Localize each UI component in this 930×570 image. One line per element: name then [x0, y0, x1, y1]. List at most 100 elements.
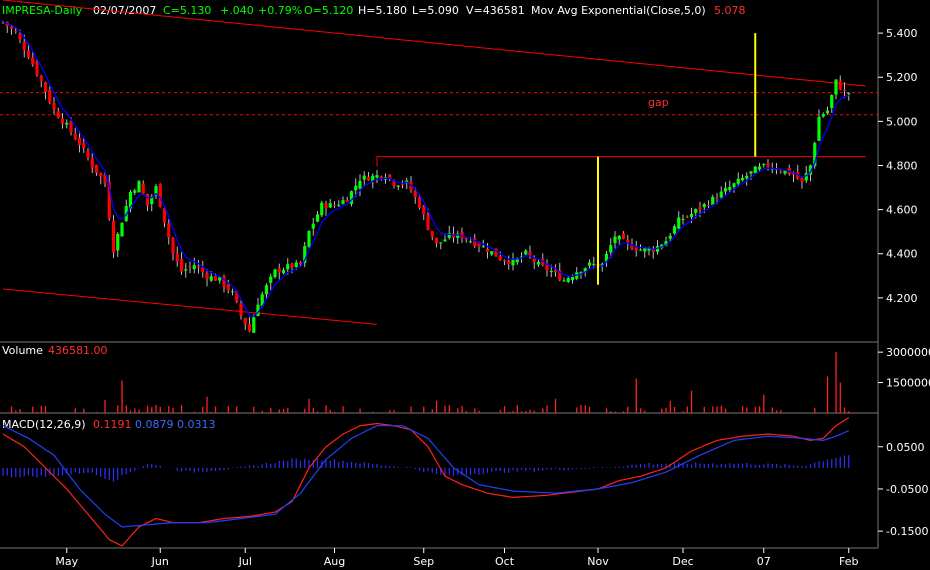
volume-bar [584, 405, 586, 413]
volume-tick-label: 1500000 [886, 377, 930, 390]
volume-bar [236, 406, 238, 413]
volume-bar [104, 399, 106, 413]
volume-bar [214, 406, 217, 413]
volume-bar [168, 405, 170, 413]
candle-down [485, 248, 490, 252]
volume-bar [848, 411, 850, 413]
candle-up [592, 263, 596, 265]
volume-bar [423, 406, 425, 413]
x-tick-label: Jul [238, 555, 252, 568]
candle-down [715, 198, 719, 200]
candle-down [205, 272, 209, 279]
gap-label: gap [648, 96, 669, 109]
candle-up [740, 177, 745, 181]
volume-bar [146, 405, 149, 413]
candle-down [498, 256, 502, 260]
volume-bar [635, 378, 637, 413]
candle-down [706, 204, 711, 206]
volume-bar [520, 411, 523, 413]
volume-bar [40, 405, 42, 413]
candle-up [694, 209, 698, 213]
volume-bar [814, 408, 816, 413]
candle-up [668, 235, 672, 239]
stock-chart[interactable]: IMPRESA-Daily 02/07/2007 C=5.130 +.040 +… [0, 0, 930, 570]
volume-bar [746, 407, 748, 413]
candle-down [158, 184, 162, 207]
header-high: H=5.180 [358, 4, 407, 17]
candle-down [175, 253, 179, 262]
candle-down [56, 111, 60, 118]
volume-bar [499, 410, 501, 413]
candle-up [375, 175, 379, 178]
candle-down [621, 233, 626, 239]
volume-bar [835, 352, 837, 413]
volume-bar [529, 409, 531, 413]
candle-down [167, 223, 171, 238]
volume-bar [741, 406, 744, 413]
candle-up [821, 114, 825, 117]
candle-down [69, 120, 73, 133]
candle-down [247, 324, 252, 332]
volume-bar [754, 406, 756, 413]
candle-down [838, 80, 842, 90]
candle-down [345, 200, 349, 202]
candle-up [137, 181, 141, 193]
price-tick-label: 4.200 [886, 292, 918, 305]
header-close: C=5.130 [163, 4, 211, 17]
candle-down [86, 150, 90, 158]
volume-bar [686, 406, 688, 413]
volume-bar [780, 410, 782, 413]
candle-up [354, 185, 358, 191]
candle-up [490, 251, 494, 255]
candle-down [332, 205, 337, 207]
candle-up [358, 180, 362, 189]
x-tick-label: Sep [413, 555, 434, 568]
price-tick-label: 5.200 [886, 71, 918, 84]
volume-bar [588, 407, 591, 413]
price-tick-label: 4.800 [886, 159, 918, 172]
candle-down [73, 133, 77, 140]
volume-bar [525, 411, 527, 413]
candle-up [834, 79, 838, 95]
x-tick-label: Oct [495, 555, 515, 568]
candle-up [677, 217, 681, 229]
candle-up [192, 265, 196, 270]
price-header: IMPRESA-Daily 02/07/2007 C=5.130 +.040 +… [2, 4, 746, 17]
volume-title: Volume [2, 344, 43, 357]
candle-down [239, 303, 243, 316]
volume-bar [202, 406, 204, 413]
volume-bar [610, 411, 612, 413]
volume-bar [533, 410, 535, 413]
volume-bar [138, 409, 140, 413]
candle-down [277, 268, 281, 273]
candle-up [273, 269, 277, 278]
volume-bar [316, 411, 319, 413]
volume-bar [703, 406, 705, 413]
candle-up [328, 203, 332, 208]
candle-up [218, 277, 222, 281]
volume-bar [312, 407, 314, 413]
volume-bar [253, 406, 255, 413]
volume-bar [516, 405, 518, 413]
volume-bar [151, 407, 153, 413]
candle-up [570, 276, 575, 281]
candle-up [728, 187, 732, 190]
candle-up [439, 242, 443, 244]
volume-bar [444, 405, 446, 413]
volume-bar [210, 411, 212, 413]
volume-bar [83, 408, 85, 413]
candle-down [31, 57, 35, 65]
candle-up [307, 230, 311, 247]
candle-up [320, 202, 324, 216]
volume-bar [333, 411, 336, 413]
volume-bar [308, 398, 310, 413]
volume-tick-label: 3000000 [886, 346, 930, 359]
candle-up [587, 262, 592, 266]
candle-up [536, 261, 541, 265]
candle-down [14, 31, 18, 33]
candle-down [243, 318, 247, 325]
header-change-pct: +0.79% [258, 4, 302, 17]
volume-bar [129, 410, 132, 413]
volume-bar [682, 411, 684, 413]
volume-bar [448, 405, 450, 413]
